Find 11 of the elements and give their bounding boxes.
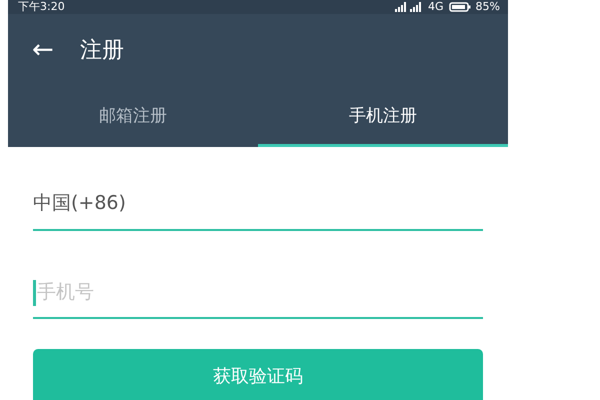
phone-field[interactable]: 手机号: [33, 267, 483, 319]
signal-icon: [393, 2, 424, 12]
page-title: 注册: [80, 37, 124, 65]
status-time: 下午3:20: [18, 1, 65, 13]
back-button[interactable]: ←: [32, 35, 54, 65]
tab[interactable]: 手机注册: [258, 86, 508, 147]
network-type: 4G: [428, 1, 444, 13]
battery-level: 85%: [476, 1, 500, 13]
battery-icon: [448, 2, 471, 12]
country-field[interactable]: 中国(+86): [33, 177, 483, 231]
tab[interactable]: 邮箱注册: [8, 86, 258, 147]
